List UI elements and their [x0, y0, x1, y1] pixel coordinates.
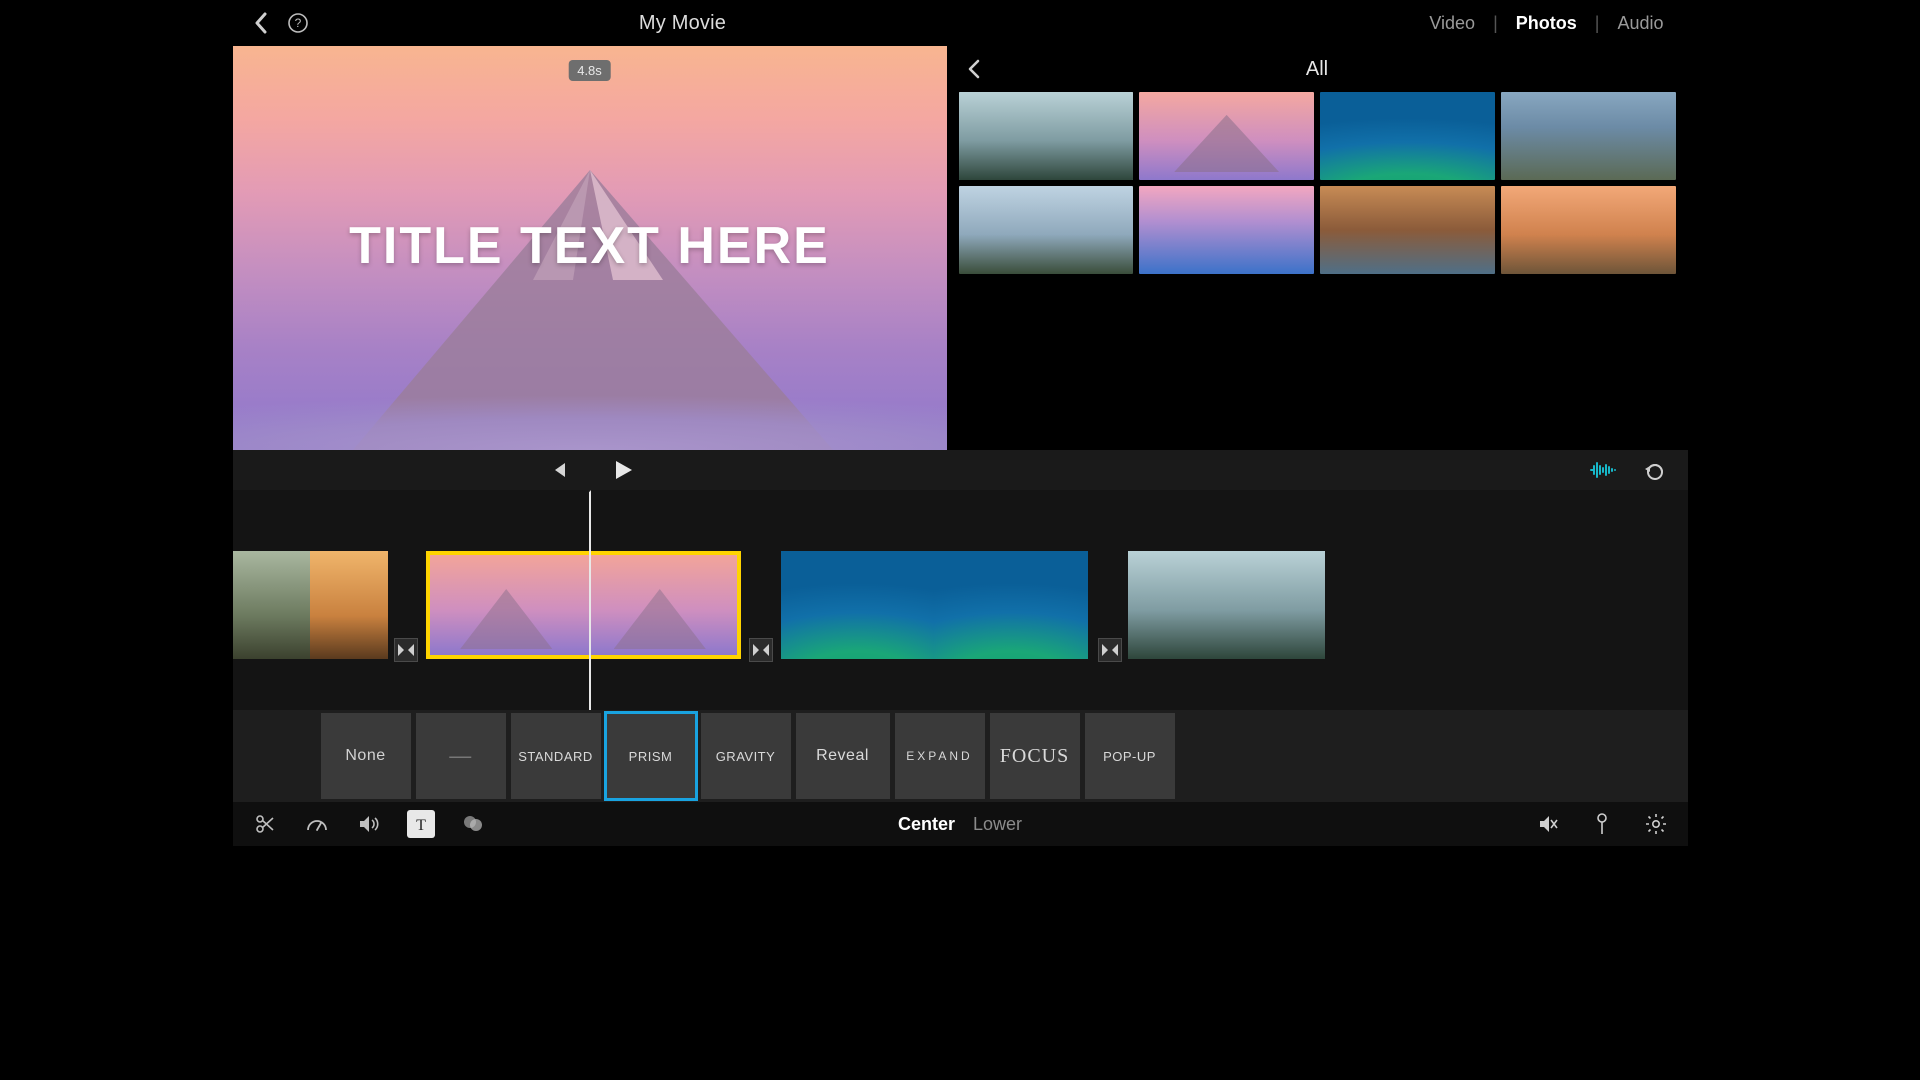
position-lower[interactable]: Lower [973, 814, 1022, 835]
library-photo-thumb[interactable] [959, 92, 1134, 180]
title-style-picker: None — STANDARD PRISM GRAVITY Reveal EXP… [233, 710, 1688, 802]
title-style-standard[interactable]: STANDARD [511, 713, 601, 799]
library-photo-thumb[interactable] [1320, 92, 1495, 180]
play-button[interactable] [611, 458, 635, 482]
position-center[interactable]: Center [898, 814, 955, 835]
preview-viewer[interactable]: 4.8s TITLE TEXT HERE [233, 46, 947, 450]
library-photo-thumb[interactable] [1501, 92, 1676, 180]
titles-tool[interactable]: T [407, 810, 435, 838]
transition-icon [1102, 644, 1118, 656]
library-heading: All [955, 58, 1680, 81]
transition-button[interactable] [1098, 638, 1122, 662]
playback-controls-bar [233, 450, 1688, 490]
timeline-clip[interactable] [781, 551, 1088, 659]
library-photo-thumb[interactable] [1139, 186, 1314, 274]
playhead[interactable] [589, 490, 591, 710]
library-grid [955, 92, 1680, 274]
title-style-popup[interactable]: POP-UP [1085, 713, 1175, 799]
library-back-button[interactable] [967, 59, 981, 79]
chevron-left-icon [967, 59, 981, 79]
transition-icon [398, 644, 414, 656]
scissors-tool[interactable] [251, 810, 279, 838]
media-library-panel: All [947, 46, 1688, 450]
top-toolbar: ? My Movie Video | Photos | Audio [233, 0, 1688, 46]
timeline-clip[interactable] [233, 551, 388, 659]
timeline-clip[interactable] [1128, 551, 1325, 659]
mute-button[interactable] [1534, 810, 1562, 838]
speed-tool[interactable] [303, 810, 331, 838]
mute-icon [1538, 815, 1558, 833]
undo-button[interactable] [1644, 460, 1666, 480]
tab-audio[interactable]: Audio [1617, 13, 1663, 34]
scissors-icon [255, 814, 275, 834]
title-style-gravity[interactable]: GRAVITY [701, 713, 791, 799]
pin-icon [1595, 813, 1609, 835]
library-photo-thumb[interactable] [1139, 92, 1314, 180]
title-style-blank[interactable]: — [416, 713, 506, 799]
timeline[interactable]: T [233, 490, 1688, 710]
volume-tool[interactable] [355, 810, 383, 838]
filters-tool[interactable] [459, 810, 487, 838]
prev-frame-button[interactable] [549, 460, 569, 480]
key-button[interactable] [1588, 810, 1616, 838]
timeline-clip-selected[interactable]: T [426, 551, 741, 659]
transition-button[interactable] [749, 638, 773, 662]
library-photo-thumb[interactable] [1501, 186, 1676, 274]
play-icon [611, 458, 635, 482]
waveform-icon [1590, 460, 1616, 480]
title-position-picker: Center Lower [898, 814, 1022, 835]
title-style-focus[interactable]: FOCUS [990, 713, 1080, 799]
settings-button[interactable] [1642, 810, 1670, 838]
library-photo-thumb[interactable] [1320, 186, 1495, 274]
project-title: My Movie [233, 12, 1133, 35]
audio-waveform-toggle[interactable] [1590, 460, 1616, 480]
transition-button[interactable] [394, 638, 418, 662]
skip-start-icon [549, 460, 569, 480]
timeline-track: T [233, 546, 1688, 664]
speedometer-icon [306, 814, 328, 834]
media-tabs: Video | Photos | Audio [1429, 13, 1663, 34]
title-overlay-text[interactable]: TITLE TEXT HERE [233, 216, 947, 276]
clip-duration-badge: 4.8s [568, 60, 611, 81]
tab-photos[interactable]: Photos [1516, 13, 1577, 34]
transition-icon [753, 644, 769, 656]
svg-text:T: T [416, 817, 426, 833]
library-photo-thumb[interactable] [959, 186, 1134, 274]
title-style-prism[interactable]: PRISM [606, 713, 696, 799]
title-icon: T [412, 815, 430, 833]
title-style-reveal[interactable]: Reveal [796, 713, 890, 799]
filters-icon [462, 814, 484, 834]
volume-icon [358, 815, 380, 833]
gear-icon [1645, 813, 1667, 835]
bottom-toolbar: T Center Lower [233, 802, 1688, 846]
tab-video[interactable]: Video [1429, 13, 1475, 34]
title-style-none[interactable]: None [321, 713, 411, 799]
title-style-expand[interactable]: EXPAND [895, 713, 985, 799]
